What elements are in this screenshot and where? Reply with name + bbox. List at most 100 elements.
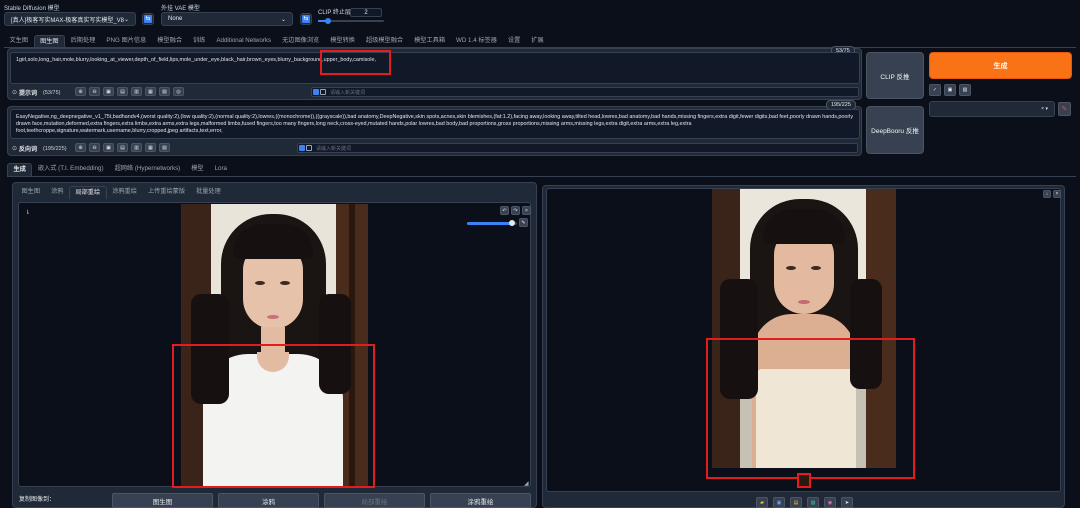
- trash-icon[interactable]: ▧: [159, 87, 170, 96]
- settings-icon[interactable]: ◎: [173, 87, 184, 96]
- apply-style-button[interactable]: ✎: [1058, 102, 1071, 116]
- highlight-box: [706, 338, 915, 479]
- save-icon[interactable]: ▣: [773, 497, 785, 508]
- reverse-icon[interactable]: ⊖: [89, 143, 100, 152]
- clear-icon[interactable]: ▥: [131, 87, 142, 96]
- copy-icon[interactable]: ▣: [944, 84, 956, 96]
- brush-size-slider[interactable]: [467, 220, 517, 226]
- output-thumbnail[interactable]: [797, 473, 811, 488]
- copy-to-sketch-button[interactable]: 涂鸦: [218, 493, 319, 508]
- image-icon: ⇂: [25, 210, 31, 216]
- trash-icon[interactable]: ▧: [159, 143, 170, 152]
- palette-icon[interactable]: ◉: [824, 497, 836, 508]
- brush-icon[interactable]: ✎: [519, 218, 528, 227]
- paste-icon[interactable]: ▤: [117, 87, 128, 96]
- collapse-icon[interactable]: ⊙: [12, 145, 17, 152]
- modetab-img2img[interactable]: 图生图: [16, 186, 46, 199]
- gallery-tools: ↓ ×: [1043, 190, 1061, 198]
- modetab-inpaint-upload[interactable]: 上传重绘蒙版: [142, 186, 190, 199]
- modetab-batch[interactable]: 批量处理: [191, 186, 227, 199]
- subtabs-divider: [7, 176, 1076, 177]
- vae-select[interactable]: None ⌄: [161, 12, 293, 26]
- negative-label-count: (195/225): [43, 145, 67, 152]
- undo-icon[interactable]: ↶: [500, 206, 509, 215]
- check-icon[interactable]: ✓: [929, 84, 941, 96]
- modetab-inpaint-sketch[interactable]: 涂鸦重绘: [107, 186, 143, 199]
- folder-icon[interactable]: ▰: [756, 497, 768, 508]
- vae-value: None: [168, 16, 183, 22]
- sd-model-label: Stable Diffusion 模型: [4, 6, 60, 12]
- collapse-icon[interactable]: ⊙: [12, 89, 17, 96]
- reverse-icon[interactable]: ⊖: [89, 87, 100, 96]
- clear-icon[interactable]: ▥: [131, 143, 142, 152]
- subtab-hypernetworks[interactable]: 超网络 (Hypernetworks): [109, 163, 186, 176]
- subtab-embedding[interactable]: 嵌入式 (T.I. Embedding): [32, 163, 109, 176]
- sd-refresh-button[interactable]: ⇆: [142, 13, 154, 25]
- keyword-placeholder: 请输入新关键词: [316, 145, 352, 152]
- clip-skip-input[interactable]: 2: [350, 8, 382, 17]
- highlight-box: [172, 344, 375, 488]
- prompt-label-count: (53/75): [43, 89, 61, 96]
- slider-handle[interactable]: [325, 18, 331, 24]
- negative-label: 反向词: [19, 147, 38, 153]
- negative-keyword-input[interactable]: 请输入新关键词: [297, 143, 858, 153]
- style-tools: ✓ ▣ ▧: [929, 84, 971, 96]
- keyword-placeholder: 请输入新关键词: [330, 89, 366, 96]
- clip-interrogate-button[interactable]: CLIP 反推: [866, 52, 924, 99]
- close-icon[interactable]: ×: [522, 206, 531, 215]
- styles-select[interactable]: × ▾: [929, 101, 1055, 117]
- slider-handle[interactable]: [509, 220, 515, 226]
- sd-model-select[interactable]: [真人]极客写实MAX-极客真实写实模型_V8.safet ⌄: [4, 12, 136, 26]
- chevron-down-icon: ⌄: [123, 16, 129, 23]
- close-icon[interactable]: ×: [1053, 190, 1061, 198]
- generate-button[interactable]: 生成: [929, 52, 1072, 79]
- checkbox-icon[interactable]: [313, 89, 319, 95]
- copy-to-img2img-button[interactable]: 图生图: [112, 493, 213, 508]
- send-icon[interactable]: ➤: [841, 497, 853, 508]
- mode-tabs: 图生图 涂鸦 局部重绘 涂鸦重绘 上传重绘蒙版 批量处理: [16, 186, 226, 199]
- image-icon[interactable]: ▨: [807, 497, 819, 508]
- copy-icon[interactable]: ▣: [103, 143, 114, 152]
- copy-to-inpaint-sketch-button[interactable]: 涂鸦重绘: [430, 493, 531, 508]
- copy-to-label: 复制图像到：: [19, 497, 56, 503]
- output-actions: ▰ ▣ ▤ ▨ ◉ ➤: [756, 497, 853, 508]
- negative-toolbar: ⊙ 反向词 (195/225): [12, 144, 67, 154]
- resize-handle-icon[interactable]: ◢: [524, 480, 529, 487]
- copy-icon[interactable]: ▣: [103, 87, 114, 96]
- trash-icon[interactable]: ▧: [959, 84, 971, 96]
- vae-label: 外挂 VAE 模型: [161, 6, 200, 12]
- sub-tabs: 生成 嵌入式 (T.I. Embedding) 超网络 (Hypernetwor…: [7, 163, 537, 176]
- modetab-inpaint[interactable]: 局部重绘: [68, 186, 107, 199]
- prompt-tools: ⊕ ⊖ ▣ ▤ ▥ ▦ ▧ ◎: [75, 87, 184, 96]
- negative-textarea[interactable]: EasyNegative,ng_deepnegative_v1_75t,badh…: [10, 109, 860, 139]
- history-icon[interactable]: ▦: [145, 143, 156, 152]
- vae-refresh-button[interactable]: ⇆: [300, 13, 312, 25]
- redo-icon[interactable]: ↷: [511, 206, 520, 215]
- subtab-generate[interactable]: 生成: [7, 163, 33, 176]
- checkbox-icon[interactable]: [299, 145, 305, 151]
- sd-model-value: [真人]极客写实MAX-极客真实写实模型_V8.safet: [11, 17, 124, 24]
- prompt-textarea[interactable]: 1girl,solo,long_hair,mole,blurry,looking…: [10, 52, 860, 84]
- clear-icon[interactable]: × ▾: [1041, 106, 1048, 112]
- prompt-label: 提示词: [19, 91, 38, 97]
- prompt-keyword-input[interactable]: 请输入新关键词: [311, 87, 859, 97]
- translate-icon[interactable]: ⊕: [75, 143, 86, 152]
- prompt-toolbar: ⊙ 提示词 (53/75): [12, 88, 61, 98]
- highlight-box: [320, 50, 391, 75]
- download-icon[interactable]: ↓: [1043, 190, 1051, 198]
- checkbox-icon[interactable]: [306, 145, 312, 151]
- modetab-sketch[interactable]: 涂鸦: [46, 186, 69, 199]
- canvas-tools: ↶ ↷ ×: [500, 206, 531, 215]
- history-icon[interactable]: ▦: [145, 87, 156, 96]
- copy-to-inpaint-button[interactable]: 局部重绘: [324, 493, 425, 508]
- translate-icon[interactable]: ⊕: [75, 87, 86, 96]
- deepbooru-interrogate-button[interactable]: DeepBooru 反推: [866, 106, 924, 154]
- subtab-model[interactable]: 模型: [186, 163, 209, 176]
- chevron-down-icon: ⌄: [280, 16, 286, 23]
- clip-skip-slider[interactable]: [318, 18, 384, 24]
- subtab-lora[interactable]: Lora: [209, 163, 232, 176]
- paste-icon[interactable]: ▤: [117, 143, 128, 152]
- checkbox-icon[interactable]: [320, 89, 326, 95]
- zip-icon[interactable]: ▤: [790, 497, 802, 508]
- refresh-icon: ⇆: [302, 15, 310, 23]
